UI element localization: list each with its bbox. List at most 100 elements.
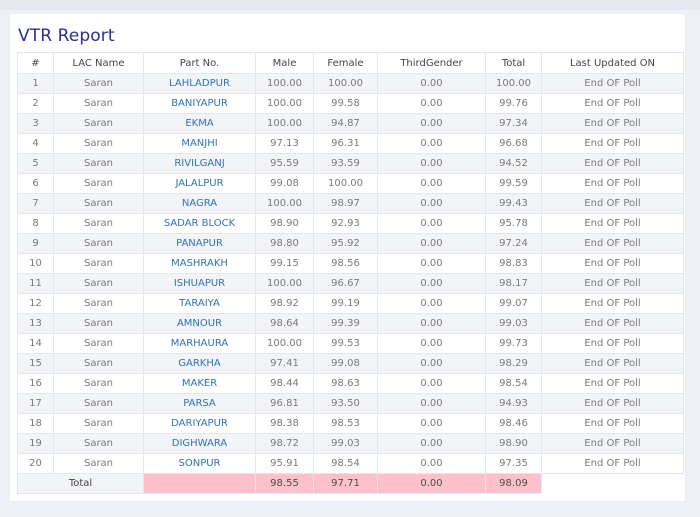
- part-no-link[interactable]: BANIYAPUR: [171, 98, 228, 109]
- part-no-link[interactable]: GARKHA: [178, 358, 220, 369]
- cell-part-no: LAHLADPUR: [143, 73, 256, 94]
- part-no-link[interactable]: MARHAURA: [171, 338, 228, 349]
- cell-female: 96.31: [313, 133, 378, 154]
- cell-third-gender: 0.00: [377, 253, 486, 274]
- part-no-link[interactable]: RIVILGANJ: [174, 158, 224, 169]
- part-no-link[interactable]: ISHUAPUR: [174, 278, 225, 289]
- cell-total: 94.93: [485, 393, 542, 414]
- cell-last-updated: End OF Poll: [541, 433, 684, 454]
- cell-male: 98.64: [255, 313, 314, 334]
- cell-last-updated: End OF Poll: [541, 153, 684, 174]
- cell-third-gender: 0.00: [377, 393, 486, 414]
- cell-lac-name: Saran: [53, 393, 144, 414]
- cell-male: 97.41: [255, 353, 314, 374]
- table-row: 11 Saran ISHUAPUR 100.00 96.67 0.00 98.17 End O…: [17, 273, 684, 294]
- cell-lac-name: Saran: [53, 153, 144, 174]
- cell-male: 98.80: [255, 233, 314, 254]
- part-no-link[interactable]: PANAPUR: [176, 238, 223, 249]
- cell-male: 100.00: [255, 73, 314, 94]
- cell-third-gender: 0.00: [377, 433, 486, 454]
- table-row: 18 Saran DARIYAPUR 98.38 98.53 0.00 98.46 End O…: [17, 413, 684, 434]
- cell-index: 12: [17, 293, 54, 314]
- cell-index: 1: [17, 73, 54, 94]
- cell-index: 11: [17, 273, 54, 294]
- part-no-link[interactable]: MASHRAKH: [171, 258, 228, 269]
- cell-index: 14: [17, 333, 54, 354]
- cell-third-gender: 0.00: [377, 173, 486, 194]
- cell-third-gender: 0.00: [377, 233, 486, 254]
- col-header-third-gender[interactable]: ThirdGender: [377, 52, 486, 74]
- part-no-link[interactable]: DARIYAPUR: [171, 418, 228, 429]
- cell-last-updated: End OF Poll: [541, 313, 684, 334]
- cell-total: 95.78: [485, 213, 542, 234]
- page-title: VTR Report: [18, 26, 115, 46]
- cell-female: 100.00: [313, 173, 378, 194]
- part-no-link[interactable]: NAGRA: [182, 198, 217, 209]
- col-header-male[interactable]: Male: [255, 52, 314, 74]
- part-no-link[interactable]: JALALPUR: [175, 178, 223, 189]
- cell-third-gender: 0.00: [377, 273, 486, 294]
- cell-total: 99.59: [485, 173, 542, 194]
- cell-index: 7: [17, 193, 54, 214]
- part-no-link[interactable]: MANJHI: [181, 138, 217, 149]
- cell-part-no: TARAIYA: [143, 293, 256, 314]
- cell-part-no: BANIYAPUR: [143, 93, 256, 114]
- cell-last-updated: End OF Poll: [541, 273, 684, 294]
- cell-female: 99.19: [313, 293, 378, 314]
- col-header-total[interactable]: Total: [485, 52, 542, 74]
- part-no-link[interactable]: AMNOUR: [177, 318, 222, 329]
- cell-total: 99.73: [485, 333, 542, 354]
- cell-part-no: GARKHA: [143, 353, 256, 374]
- cell-last-updated: End OF Poll: [541, 193, 684, 214]
- cell-part-no: DIGHWARA: [143, 433, 256, 454]
- part-no-link[interactable]: SADAR BLOCK: [164, 218, 235, 229]
- cell-last-updated: End OF Poll: [541, 233, 684, 254]
- cell-male: 98.92: [255, 293, 314, 314]
- cell-female: 98.53: [313, 413, 378, 434]
- cell-last-updated: End OF Poll: [541, 113, 684, 134]
- part-no-link[interactable]: SONPUR: [179, 458, 221, 469]
- cell-third-gender: 0.00: [377, 133, 486, 154]
- cell-part-no: SADAR BLOCK: [143, 213, 256, 234]
- col-header-lac-name[interactable]: LAC Name: [53, 52, 144, 74]
- cell-lac-name: Saran: [53, 173, 144, 194]
- cell-total: 97.34: [485, 113, 542, 134]
- cell-female: 94.87: [313, 113, 378, 134]
- cell-female: 93.59: [313, 153, 378, 174]
- total-total: 98.09: [485, 473, 542, 494]
- col-header-last-updated[interactable]: Last Updated ON: [541, 52, 684, 74]
- cell-total: 98.90: [485, 433, 542, 454]
- cell-lac-name: Saran: [53, 453, 144, 474]
- part-no-link[interactable]: DIGHWARA: [172, 438, 227, 449]
- total-label: Total: [17, 473, 144, 494]
- table-row: 12 Saran TARAIYA 98.92 99.19 0.00 99.07 End OF …: [17, 293, 684, 314]
- cell-index: 17: [17, 393, 54, 414]
- part-no-link[interactable]: MAKER: [182, 378, 217, 389]
- cell-lac-name: Saran: [53, 213, 144, 234]
- cell-index: 19: [17, 433, 54, 454]
- cell-last-updated: End OF Poll: [541, 93, 684, 114]
- cell-lac-name: Saran: [53, 433, 144, 454]
- cell-total: 100.00: [485, 73, 542, 94]
- cell-index: 20: [17, 453, 54, 474]
- cell-last-updated: End OF Poll: [541, 253, 684, 274]
- cell-part-no: MAKER: [143, 373, 256, 394]
- table-body: 1 Saran LAHLADPUR 100.00 100.00 0.00 100.00 End…: [17, 73, 684, 474]
- col-header-female[interactable]: Female: [313, 52, 378, 74]
- cell-last-updated: End OF Poll: [541, 453, 684, 474]
- cell-third-gender: 0.00: [377, 373, 486, 394]
- cell-part-no: MASHRAKH: [143, 253, 256, 274]
- part-no-link[interactable]: LAHLADPUR: [169, 78, 230, 89]
- cell-total: 99.07: [485, 293, 542, 314]
- part-no-link[interactable]: PARSA: [183, 398, 216, 409]
- part-no-link[interactable]: EKMA: [185, 118, 213, 129]
- col-header-index[interactable]: #: [17, 52, 54, 74]
- cell-part-no: RIVILGANJ: [143, 153, 256, 174]
- col-header-part-no[interactable]: Part No.: [143, 52, 256, 74]
- cell-female: 99.03: [313, 433, 378, 454]
- cell-total: 96.68: [485, 133, 542, 154]
- cell-total: 97.24: [485, 233, 542, 254]
- part-no-link[interactable]: TARAIYA: [179, 298, 220, 309]
- cell-part-no: ISHUAPUR: [143, 273, 256, 294]
- cell-last-updated: End OF Poll: [541, 133, 684, 154]
